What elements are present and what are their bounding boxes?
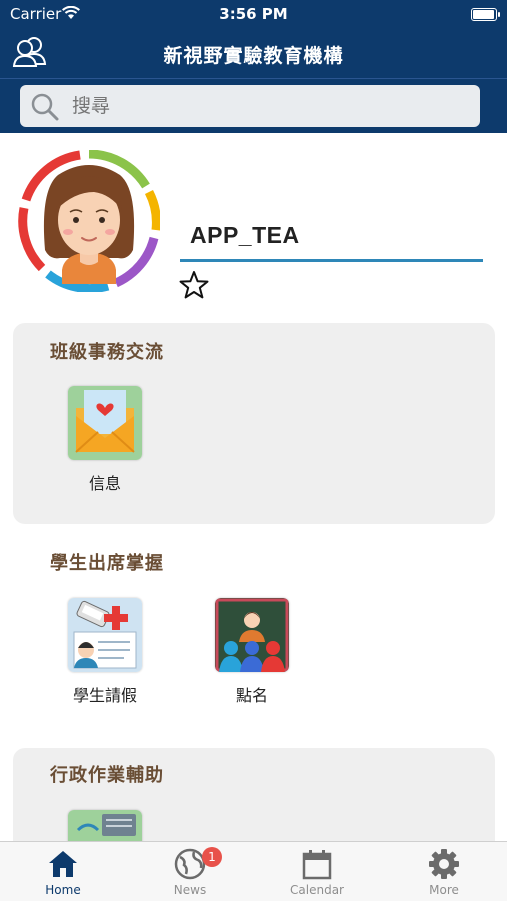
tab-home[interactable]: Home — [0, 842, 126, 901]
search-input[interactable] — [70, 91, 464, 121]
tab-calendar[interactable]: Calendar — [254, 842, 380, 901]
star-icon[interactable] — [178, 270, 210, 300]
tile-label: 點名 — [235, 686, 268, 705]
section-class-affairs: 班級事務交流 信息 — [13, 323, 495, 524]
tab-label: News — [173, 883, 207, 897]
username-underline — [180, 259, 483, 262]
search-icon — [31, 93, 59, 121]
calendar-icon — [302, 850, 332, 880]
tile-student-leave[interactable]: 學生請假 — [55, 598, 155, 706]
tab-label: More — [429, 883, 459, 897]
search-bar — [0, 78, 507, 133]
battery-icon — [471, 8, 500, 21]
tab-news[interactable]: 1 News — [127, 842, 253, 901]
avatar[interactable] — [18, 150, 160, 292]
tab-bar: Home 1 News Calendar More — [0, 841, 507, 901]
news-badge: 1 — [202, 847, 222, 867]
nav-bar: 新視野實驗教育機構 — [0, 28, 507, 78]
home-icon — [49, 851, 77, 877]
tab-more[interactable]: More — [381, 842, 507, 901]
sick-leave-icon — [68, 598, 142, 672]
section-attendance: 學生出席掌握 學生請假 點名 — [13, 536, 495, 736]
classroom-icon — [215, 598, 289, 672]
gear-icon — [429, 849, 459, 879]
section-title: 學生出席掌握 — [50, 553, 164, 574]
tab-label: Home — [45, 883, 81, 897]
clock: 3:56 PM — [219, 5, 288, 23]
status-bar: Carrier 3:56 PM — [0, 0, 507, 28]
username: APP_TEA — [190, 222, 300, 248]
search-box[interactable] — [20, 85, 480, 127]
tile-label: 學生請假 — [72, 686, 137, 705]
tile-roll-call[interactable]: 點名 — [202, 598, 302, 706]
section-title: 班級事務交流 — [50, 342, 164, 363]
globe-icon — [174, 848, 206, 880]
envelope-heart-icon — [68, 386, 142, 460]
tile-message[interactable]: 信息 — [55, 386, 155, 494]
page-title: 新視野實驗教育機構 — [163, 45, 344, 67]
tile-label: 信息 — [88, 474, 121, 493]
section-title: 行政作業輔助 — [50, 765, 164, 786]
tab-label: Calendar — [290, 883, 344, 897]
